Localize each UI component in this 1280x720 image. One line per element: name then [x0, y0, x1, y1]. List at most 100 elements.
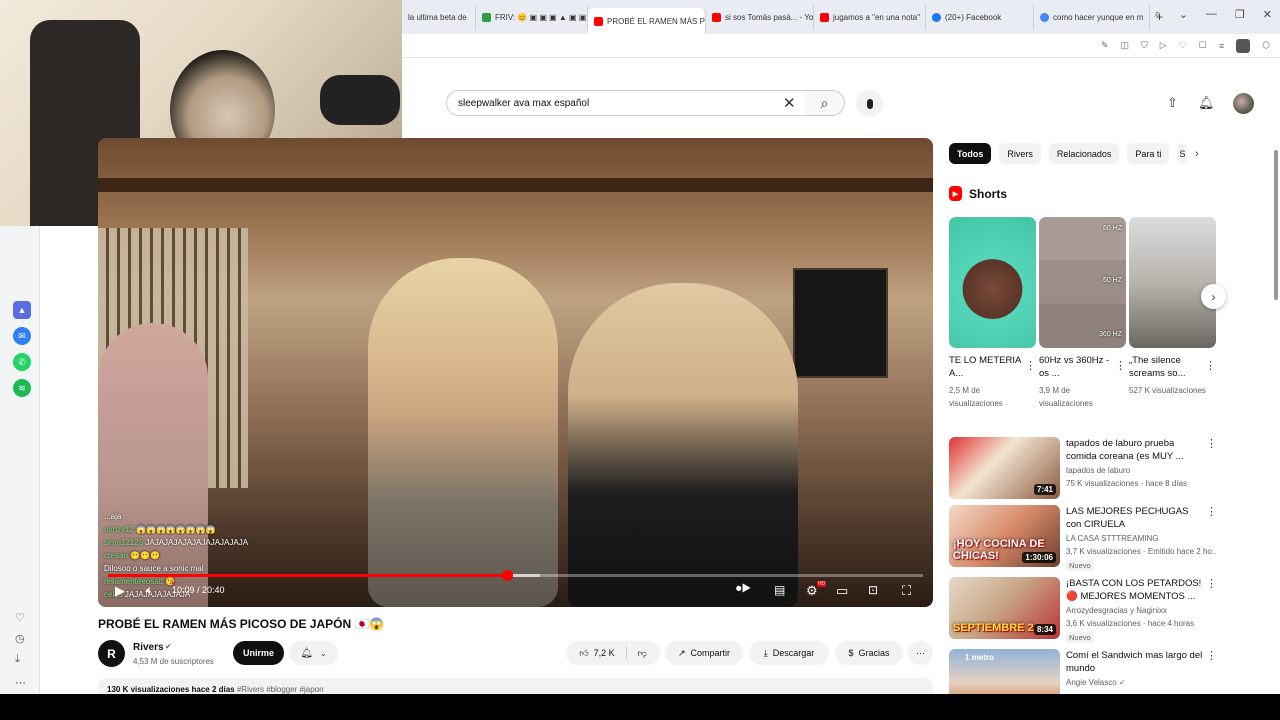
recommendation-more-icon[interactable]: ⋮	[1206, 437, 1217, 450]
tab-list-chevron-icon[interactable]: ⌄	[1179, 8, 1188, 21]
bookmark-icon[interactable]: ☐	[1199, 40, 1207, 51]
edit-icon[interactable]: ✎	[1101, 40, 1109, 51]
chip-rivers[interactable]: Rivers	[999, 143, 1041, 164]
upload-icon[interactable]: ⇧	[1167, 95, 1178, 111]
chip-partial[interactable]: S	[1177, 143, 1188, 164]
recommendation-title[interactable]: Comí el Sandwich mas largo del mundo	[1066, 649, 1206, 675]
video-player[interactable]: ...aja nimzy12 😱😱😱😱😱😱😱😱 sime12123 JAJAJAJA…	[98, 138, 933, 607]
theater-mode-icon[interactable]: ▭	[836, 583, 848, 599]
short-thumbnail[interactable]: 60 HZ 60 HZ 360 HZ	[1039, 217, 1126, 348]
play-button[interactable]: ▶	[115, 583, 125, 599]
recommendation-item[interactable]: SEPTIEMBRE 2 8:34 ¡BASTA CON LOS PETARDOS…	[949, 577, 1217, 643]
short-thumbnail[interactable]	[949, 217, 1036, 348]
channel-name[interactable]: Rivers	[133, 642, 164, 653]
chip-todos[interactable]: Todos	[949, 143, 992, 164]
shorts-next-button[interactable]: ›	[1201, 284, 1226, 309]
recommendation-title[interactable]: LAS MEJORES PECHUGAS con CIRUELA	[1066, 505, 1206, 531]
channel-avatar[interactable]: R	[98, 640, 125, 667]
short-title[interactable]: TE LO METERIA A...	[949, 354, 1025, 381]
recommendation-thumbnail[interactable]: 7:41	[949, 437, 1060, 499]
more-actions-button[interactable]: ···	[908, 641, 933, 665]
browser-tab[interactable]: (20+) Facebook	[926, 4, 1034, 30]
browser-tab[interactable]: la ultima beta de	[402, 4, 476, 30]
downloads-icon[interactable]: ⤓	[15, 653, 20, 666]
browser-tab[interactable]: como hacer yunque en m	[1034, 4, 1150, 30]
user-avatar[interactable]	[1233, 93, 1254, 114]
recommendation-channel[interactable]: tapados de laburo	[1066, 466, 1130, 475]
recommendation-channel[interactable]: Angie Velasco ✓	[1066, 678, 1126, 687]
download-button[interactable]: ⤓ Descargar	[749, 641, 829, 665]
history-icon[interactable]: ◷	[15, 632, 25, 645]
recommendation-title[interactable]: ¡BASTA CON LOS PETARDOS! 🔴 MEJORES MOMEN…	[1066, 577, 1206, 603]
tab-label: FRIV: 😊 ▣ ▣ ▣ ▲ ▣ ▣ ▣	[495, 12, 588, 22]
share-button[interactable]: ↗ Compartir	[665, 641, 743, 665]
settings-gear-icon[interactable]: ⚙	[806, 583, 818, 599]
browser-tab-active[interactable]: PROBÉ EL RAMEN MÁS PI	[588, 8, 706, 34]
recommendation-title[interactable]: tapados de laburo prueba comida coreana …	[1066, 437, 1206, 463]
restore-button[interactable]: ❐	[1235, 8, 1245, 21]
screenshot-icon[interactable]: ◫	[1121, 40, 1130, 51]
short-more-icon[interactable]: ⋮	[1025, 359, 1036, 372]
notification-settings-button[interactable]: 🔔︎ ⌄	[289, 641, 338, 665]
recommendation-channel[interactable]: LA CASA STTTREAMING	[1066, 534, 1158, 543]
recommendation-thumbnail[interactable]: ¡HOY COCINA DE CHICAS! 1:30:06	[949, 505, 1060, 567]
recommendation-item[interactable]: ¡HOY COCINA DE CHICAS! 1:30:06 LAS MEJORE…	[949, 505, 1217, 571]
recommendation-more-icon[interactable]: ⋮	[1206, 649, 1217, 662]
browser-tab[interactable]: si sos Tomás pasá... - You	[706, 4, 814, 30]
short-title[interactable]: „The silence screams so...	[1129, 354, 1205, 381]
chat-text: 😱😱😱😱😱😱😱😱	[136, 525, 216, 534]
pinboard-heart-icon[interactable]: ♡	[15, 611, 25, 624]
recommendation-channel[interactable]: Arrozydesgracias y Naginixx	[1066, 606, 1167, 615]
short-thumbnail[interactable]	[1129, 217, 1216, 348]
like-button[interactable]: 👍︎ 7,2 K	[579, 648, 614, 659]
recommendation-more-icon[interactable]: ⋮	[1206, 577, 1217, 590]
video-progress-bar[interactable]	[108, 570, 923, 581]
chevron-right-icon[interactable]: ›	[1195, 148, 1199, 160]
minimize-button[interactable]: —	[1206, 8, 1217, 21]
chip-para-ti[interactable]: Para ti	[1127, 143, 1170, 164]
browser-tab[interactable]: FRIV: 😊 ▣ ▣ ▣ ▲ ▣ ▣ ▣	[476, 4, 588, 30]
favorite-icon[interactable]: ♡	[1179, 40, 1187, 51]
autoplay-toggle[interactable]: ⏺▶	[736, 583, 751, 596]
search-button[interactable]: ⌕	[805, 90, 845, 116]
browser-tab[interactable]: jugamos a "en una nota"	[814, 4, 926, 30]
recommendation-thumbnail[interactable]: SEPTIEMBRE 2 8:34	[949, 577, 1060, 639]
new-badge: Nuevo	[1066, 632, 1094, 643]
page-scrollbar[interactable]	[1274, 150, 1278, 300]
short-card[interactable]: 60 HZ 60 HZ 360 HZ 60Hz vs 360Hz - os ..…	[1039, 217, 1126, 410]
short-card[interactable]: TE LO METERIA A... 2,5 M de visualizacio…	[949, 217, 1036, 410]
thanks-button[interactable]: $ Gracias	[835, 641, 903, 665]
play-icon[interactable]: ▷	[1160, 40, 1167, 51]
tab-search-icon[interactable]: ⌕	[1155, 8, 1161, 21]
close-window-button[interactable]: ✕	[1263, 8, 1272, 21]
join-button[interactable]: Unirme	[233, 641, 284, 665]
subtitles-icon[interactable]: ▤	[774, 583, 785, 597]
aria-app-icon[interactable]: ▲	[13, 301, 31, 319]
shield-icon[interactable]: ⛉	[1141, 40, 1148, 51]
recommendation-meta: 75 K visualizaciones · hace 8 días	[1066, 479, 1187, 488]
cast-icon[interactable]: ⊡	[868, 583, 878, 597]
dislike-button[interactable]: 👎︎	[638, 648, 647, 659]
spotify-app-icon[interactable]: ≋	[13, 379, 31, 397]
clear-search-icon[interactable]: ✕	[783, 94, 796, 112]
notifications-bell-icon[interactable]: 🔔︎	[1198, 95, 1215, 111]
short-more-icon[interactable]: ⋮	[1115, 359, 1126, 372]
description-tags[interactable]: #Rivers #blogger #japon	[237, 685, 324, 694]
short-more-icon[interactable]: ⋮	[1205, 359, 1216, 372]
short-title[interactable]: 60Hz vs 360Hz - os ...	[1039, 354, 1115, 381]
short-card[interactable]: „The silence screams so... 527 K visuali…	[1129, 217, 1216, 397]
menu-board	[793, 268, 888, 378]
whatsapp-app-icon[interactable]: ✆	[13, 353, 31, 371]
volume-icon[interactable]: 🔈︎	[146, 583, 153, 598]
recommendation-more-icon[interactable]: ⋮	[1206, 505, 1217, 518]
menu-lines-icon[interactable]: ≡	[1219, 41, 1224, 51]
chip-relacionados[interactable]: Relacionados	[1048, 143, 1120, 164]
fullscreen-icon[interactable]: ⛶	[902, 583, 911, 599]
messenger-app-icon[interactable]: ✉	[13, 327, 31, 345]
extensions-icon[interactable]: ⬡	[1262, 40, 1270, 51]
voice-search-button[interactable]	[856, 90, 883, 117]
search-input[interactable]: sleepwalker ava max español	[446, 90, 806, 116]
recommendation-item[interactable]: 7:41 tapados de laburo prueba comida cor…	[949, 437, 1217, 499]
sidebar-more-icon[interactable]: ⋯	[15, 676, 26, 689]
profile-avatar-icon[interactable]	[1236, 38, 1251, 53]
